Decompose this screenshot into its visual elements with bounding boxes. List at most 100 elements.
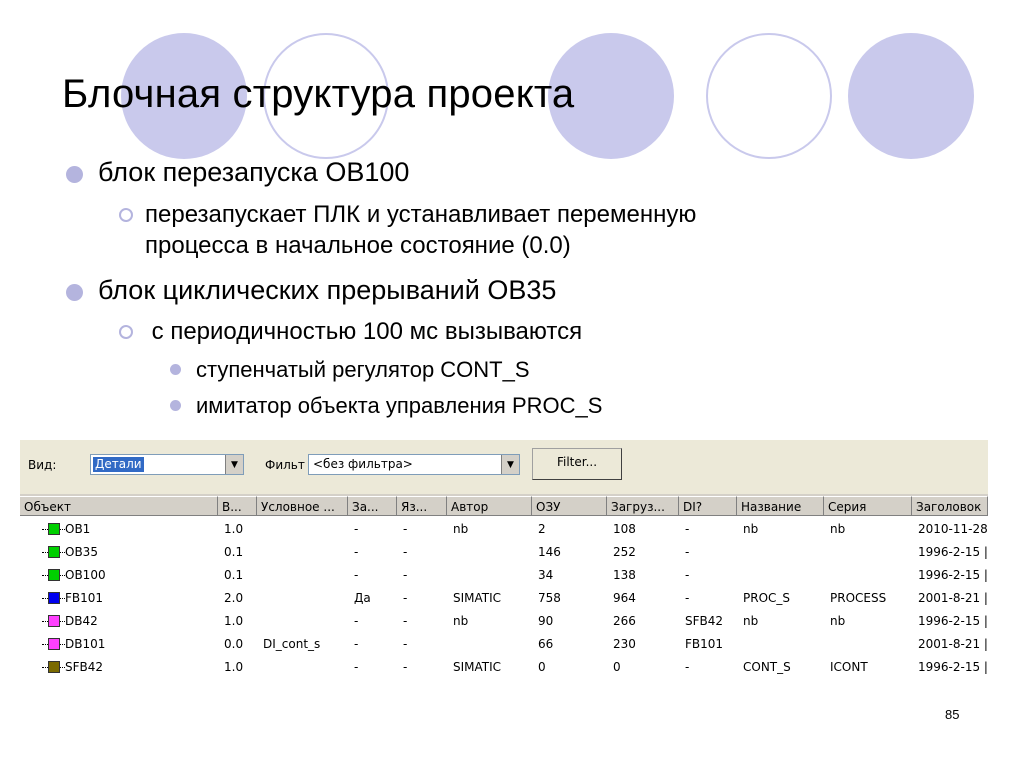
table-cell: 230 [613,637,636,651]
table-cell: 2001-8-21 | [918,637,988,651]
block-icon [48,592,60,604]
block-name: OB35 [65,545,98,559]
block-icon [48,615,60,627]
table-cell: 34 [538,568,554,582]
table-cell: CONT_S [743,660,791,674]
table-cell: 1.0 [224,614,244,628]
column-header[interactable]: DI? [679,496,737,516]
column-header[interactable]: В... [218,496,257,516]
table-cell: SIMATIC [453,591,502,605]
table-cell: 0 [538,660,546,674]
table-row[interactable]: SFB42 1.0 - - SIMATIC 0 0 - CONT_S ICONT 1996-2-15… [20,656,988,679]
table-cell: 1996-2-15 | [918,660,988,674]
table-cell: 2001-8-21 | [918,591,988,605]
block-icon [48,661,60,673]
table-row[interactable]: OB1 1.0 - - nb 2 108 - nb nb 2010-11-28 [20,518,988,541]
table-cell: - [403,637,408,651]
filter-button[interactable]: Filter... [532,448,622,480]
column-header[interactable]: ОЗУ [532,496,607,516]
table-cell: - [354,614,359,628]
table-cell: 252 [613,545,636,559]
block-name: DB42 [65,614,98,628]
table-cell: 146 [538,545,561,559]
table-cell [830,541,912,564]
table-cell: 1.0 [224,522,244,536]
table-cell: 0 [613,660,621,674]
simatic-block-list-window: Вид: Детали ▼ Фильт <без фильтра> ▼ Filt… [20,440,988,686]
bullet-item: имитатор объекта управления PROC_S [196,393,603,418]
block-icon [48,523,60,535]
decor-circle [848,33,974,159]
chevron-down-icon[interactable]: ▼ [225,455,243,474]
view-select-value: Детали [93,457,144,472]
block-name: SFB42 [65,660,104,674]
view-toolbar: Вид: Детали ▼ Фильт <без фильтра> ▼ Filt… [20,440,988,494]
table-row[interactable]: OB100 0.1 - - 34 138 - 1996-2-15 | [20,564,988,587]
table-row[interactable]: OB35 0.1 - - 146 252 - 1996-2-15 | [20,541,988,564]
table-cell: 758 [538,591,561,605]
bullet-item: блок перезапуска OB100 [98,157,410,187]
table-row[interactable]: DB101 0.0 DI_cont_s - - 66 230 FB101 2001-8-21 | [20,633,988,656]
table-cell: 90 [538,614,554,628]
column-header[interactable]: Загруз... [607,496,679,516]
table-cell: 964 [613,591,636,605]
block-icon [48,546,60,558]
column-header[interactable]: Объект [20,496,218,516]
table-cell: 2.0 [224,591,244,605]
view-select[interactable]: Детали ▼ [90,454,244,475]
table-cell: 2 [538,522,546,536]
table-cell: PROCESS [830,591,887,605]
block-icon [48,638,60,650]
table-cell: 66 [538,637,554,651]
block-name: FB101 [65,591,104,605]
table-cell: SIMATIC [453,660,502,674]
table-cell [263,564,348,587]
table-cell: - [685,568,690,582]
table-cell: - [354,660,359,674]
filter-select[interactable]: <без фильтра> ▼ [308,454,520,475]
table-cell: 138 [613,568,636,582]
bullet-item: ступенчатый регулятор CONT_S [196,357,530,382]
table-row[interactable]: FB101 2.0 Да - SIMATIC 758 964 - PROC_S PROCESS 20… [20,587,988,610]
table-cell: - [685,660,690,674]
table-cell: 1996-2-15 | [918,545,988,559]
column-header[interactable]: Условное ... [257,496,348,516]
table-cell: FB101 [685,637,724,651]
table-cell: 1.0 [224,660,244,674]
table-cell: - [354,522,359,536]
table-cell [263,541,348,564]
column-header[interactable]: Автор [447,496,532,516]
column-header[interactable]: Название [737,496,824,516]
table-cell: - [403,660,408,674]
filter-select-value: <без фильтра> [313,457,413,471]
table-cell: nb [830,522,846,536]
table-cell: - [354,568,359,582]
table-cell [453,541,532,564]
filter-label: Фильт [265,458,305,472]
table-cell: - [354,545,359,559]
slide-title: Блочная структура проекта [62,72,575,116]
table-row[interactable]: DB42 1.0 - - nb 90 266 SFB42 nb nb 1996-2-15 | [20,610,988,633]
table-cell: PROC_S [743,591,791,605]
table-cell: nb [743,522,759,536]
table-cell: 0.1 [224,568,244,582]
column-header[interactable]: Яз... [397,496,447,516]
block-name: DB101 [65,637,106,651]
table-cell: - [685,545,690,559]
table-cell [263,587,348,610]
bullet-dot-icon [170,400,181,411]
bullet-item: блок циклических прерываний OB35 [98,275,557,305]
table-cell [263,518,348,541]
column-header[interactable]: Серия [824,496,912,516]
column-header[interactable]: Заголовок [912,496,988,516]
table-cell: - [403,591,408,605]
column-header[interactable]: За... [348,496,397,516]
chevron-down-icon[interactable]: ▼ [501,455,519,474]
table-cell [743,541,824,564]
table-cell: - [403,568,408,582]
table-cell [830,633,912,656]
bullet-item-continuation: процесса в начальное состояние (0.0) [145,232,571,259]
bullet-dot-icon [170,364,181,375]
table-cell [263,610,348,633]
table-cell: nb [830,614,846,628]
